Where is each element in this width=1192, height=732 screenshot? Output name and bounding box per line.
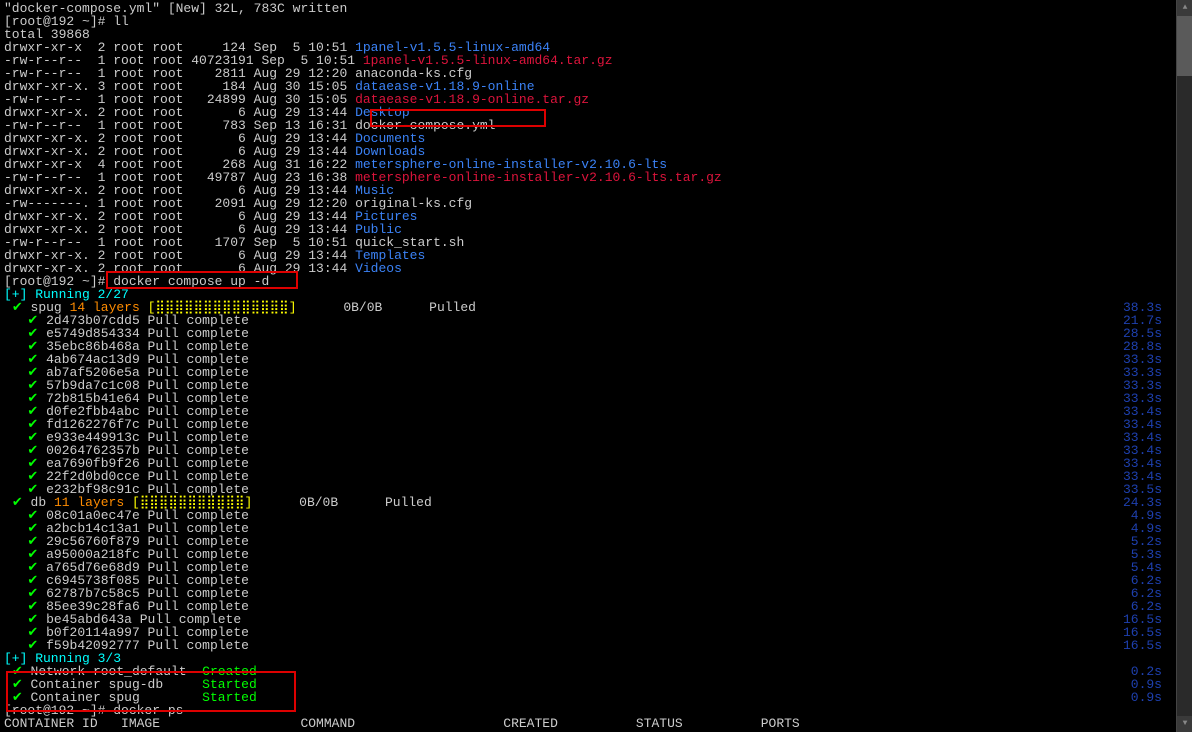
scrollbar[interactable]: ▲ ▼	[1176, 0, 1192, 732]
prompt-line: [root@192 ~]# docker compose up -d	[4, 275, 1188, 288]
layer-pull: ✔ f59b42092777 Pull complete16.5s	[4, 639, 1188, 652]
scroll-up-button[interactable]: ▲	[1177, 0, 1192, 16]
terminal-output[interactable]: "docker-compose.yml" [New] 32L, 783C wri…	[4, 2, 1188, 730]
scroll-down-button[interactable]: ▼	[1177, 716, 1192, 732]
scroll-thumb[interactable]	[1177, 16, 1192, 76]
vim-status: "docker-compose.yml" [New] 32L, 783C wri…	[4, 2, 1188, 15]
prompt-line: [root@192 ~]# ll	[4, 15, 1188, 28]
ps-header: CONTAINER ID IMAGE COMMAND CREATED STATU…	[4, 717, 1188, 730]
